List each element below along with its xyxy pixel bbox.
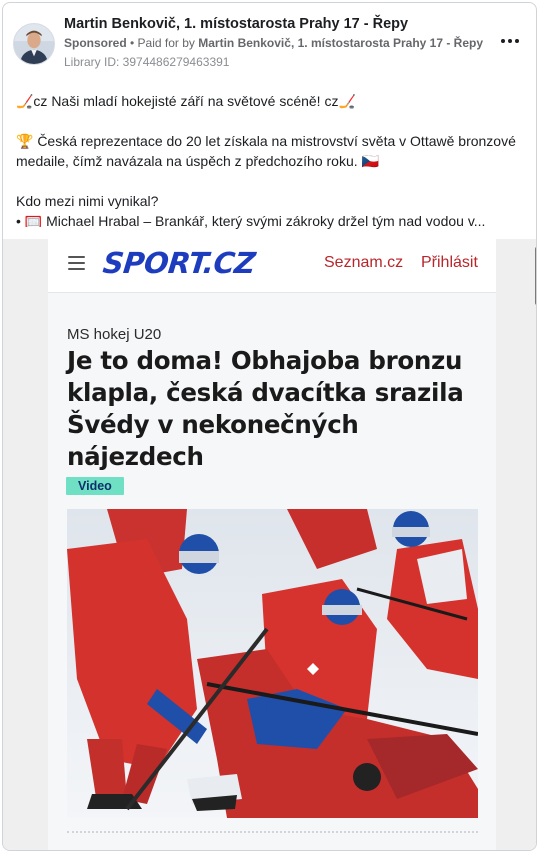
video-badge: Video — [66, 477, 124, 495]
paid-for-name[interactable]: Martin Benkovič, 1. místostarosta Prahy … — [198, 36, 483, 50]
article-screenshot: SPORT.CZ Seznam.cz Přihlásit MS hokej U2… — [48, 239, 536, 850]
article-section[interactable]: MS hokej U20 — [67, 326, 161, 343]
paid-for-prefix: • Paid for by — [126, 36, 199, 50]
post-line: 🏒cz Naši mladí hokejisté září na světové… — [16, 93, 356, 109]
post-line: Kdo mezi nimi vynikal? — [16, 193, 159, 209]
scrollbar[interactable] — [535, 247, 536, 305]
login-link[interactable]: Přihlásit — [421, 254, 478, 272]
sponsored-line: Sponsored • Paid for by Martin Benkovič,… — [64, 36, 483, 50]
article-photo[interactable] — [67, 509, 478, 818]
seznam-link[interactable]: Seznam.cz — [324, 254, 403, 272]
more-dot — [508, 39, 512, 43]
ad-card: Martin Benkovič, 1. místostarosta Prahy … — [2, 2, 537, 851]
ad-header: Martin Benkovič, 1. místostarosta Prahy … — [13, 15, 528, 75]
more-dot — [515, 39, 519, 43]
divider — [67, 831, 478, 833]
article-headline[interactable]: Je to doma! Obhajoba bronzu klapla, česk… — [67, 345, 487, 473]
sponsored-label: Sponsored — [64, 36, 127, 50]
advertiser-name[interactable]: Martin Benkovič, 1. místostarosta Prahy … — [64, 16, 408, 32]
advertiser-avatar[interactable] — [13, 23, 55, 65]
ad-media[interactable]: SPORT.CZ Seznam.cz Přihlásit MS hokej U2… — [3, 239, 536, 850]
post-line: medaile, čímž navázala na úspěch z předc… — [16, 153, 379, 169]
hamburger-menu-icon[interactable] — [68, 256, 85, 270]
post-line: • 🥅 Michael Hrabal – Brankář, který svým… — [16, 213, 486, 229]
library-id: Library ID: 3974486279463391 — [64, 55, 230, 69]
site-logo[interactable]: SPORT.CZ — [101, 246, 257, 280]
more-options-button[interactable] — [496, 33, 524, 49]
ad-body-text: 🏒cz Naši mladí hokejisté září na světové… — [16, 91, 528, 231]
more-horizontal-icon — [501, 39, 505, 43]
site-header: SPORT.CZ Seznam.cz Přihlásit — [48, 239, 496, 293]
post-line: 🏆 Česká reprezentace do 20 let získala n… — [16, 133, 516, 149]
